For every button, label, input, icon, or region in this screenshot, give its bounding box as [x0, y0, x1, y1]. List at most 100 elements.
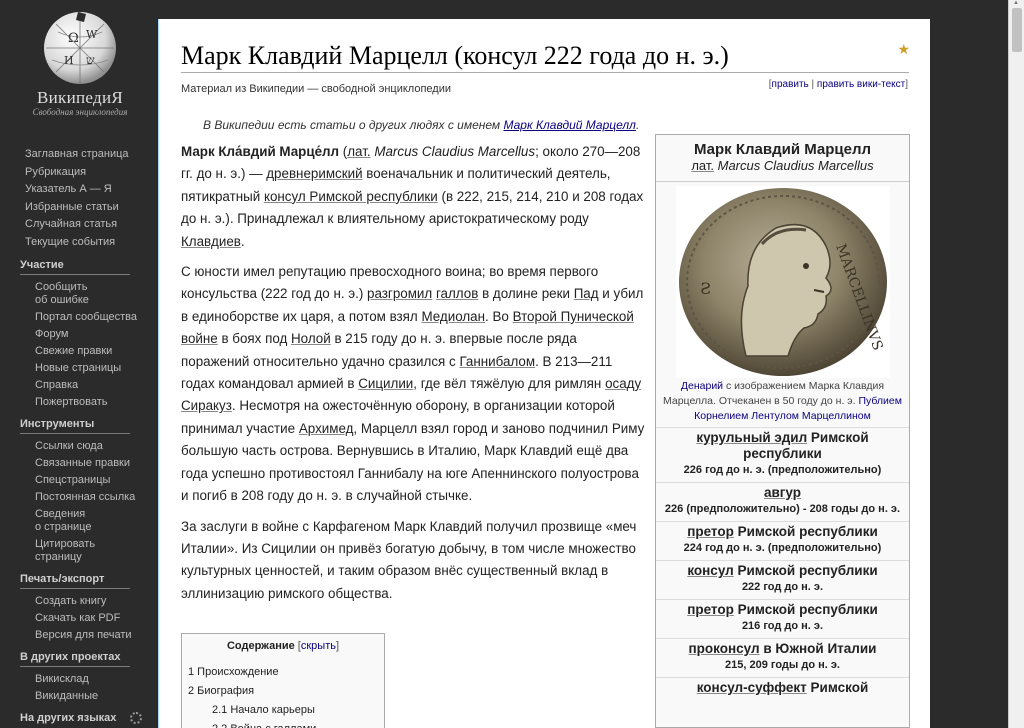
nav-item-report-error[interactable]: Сообщить об ошибке — [0, 279, 158, 309]
text: . Во — [485, 308, 513, 324]
nav-heading-participation: Участие — [20, 259, 64, 271]
infobox-lat-link[interactable]: лат. — [691, 158, 714, 173]
article-link[interactable]: Пад — [574, 286, 599, 301]
hatnote-text: В Википедии есть статьи о других людях с… — [203, 118, 504, 132]
nav-item-main-page[interactable]: Заглавная страница — [0, 146, 158, 164]
link-ancient-roman[interactable]: древнеримский — [266, 166, 362, 181]
svg-text:ש: ש — [86, 53, 95, 67]
article-link[interactable]: Сицилии — [358, 376, 413, 391]
scroll-up-arrow-icon[interactable]: ▲ — [1013, 0, 1019, 6]
nav-item-page-info[interactable]: Сведения о странице — [0, 506, 158, 536]
logo-title: ВикипедиЯ — [37, 88, 123, 107]
nav-item-community-portal[interactable]: Портал сообщества — [0, 309, 158, 326]
table-of-contents: Содержание [скрыть] 1 Происхождение 2 Би… — [181, 633, 385, 728]
article-link[interactable]: Сиракуз — [181, 398, 232, 413]
nav-projects: В других проектах Викисклад Викиданные — [0, 650, 158, 705]
wikipedia-logo[interactable]: Ω W И ש ВикипедиЯ Свободная энциклопедия — [20, 8, 140, 126]
office-title: в Южной Италии — [759, 641, 877, 656]
infobox-latin: Marcus Claudius Marcellus — [717, 158, 874, 173]
toc-title: Содержание — [226, 640, 295, 652]
nav-item-new-pages[interactable]: Новые страницы — [0, 360, 158, 377]
nav-item-forum[interactable]: Форум — [0, 326, 158, 343]
nav-item-what-links-here[interactable]: Ссылки сюда — [0, 438, 158, 455]
nav-tools: Инструменты Ссылки сюда Связанные правки… — [0, 417, 158, 566]
office-link[interactable]: консул-суффект — [697, 680, 807, 695]
content-area: Марк Клавдий Марцелл (консул 222 года до… — [158, 19, 930, 728]
nav-item-print-version[interactable]: Версия для печати — [0, 627, 158, 644]
office-link[interactable]: консул — [687, 563, 733, 578]
hatnote: В Википедии есть статьи о других людях с… — [203, 118, 640, 132]
nav-item-create-book[interactable]: Создать книгу — [0, 593, 158, 610]
nav-print: Печать/экспорт Создать книгу Скачать как… — [0, 572, 158, 644]
nav-languages: На других языках — [0, 711, 158, 726]
office-date: 216 год до н. э. — [741, 620, 824, 632]
toc-item[interactable]: 1 Происхождение — [188, 663, 378, 682]
nav-item-permanent-link[interactable]: Постоянная ссылка — [0, 489, 158, 506]
office-title: Римской республики — [733, 563, 878, 578]
nav-item-wikidata[interactable]: Викиданные — [0, 688, 158, 705]
hatnote-link[interactable]: Марк Клавдий Марцелл — [503, 118, 635, 132]
nav-item-commons[interactable]: Викисклад — [0, 671, 158, 688]
office-link[interactable]: претор — [687, 524, 734, 539]
office-link[interactable]: претор — [687, 602, 734, 617]
nav-item-related-changes[interactable]: Связанные правки — [0, 455, 158, 472]
toc-item[interactable]: 2.2 Война с галлами — [188, 720, 378, 728]
office-link[interactable]: проконсул — [689, 641, 760, 656]
article-link[interactable]: Нолой — [291, 331, 331, 346]
article-link[interactable]: Ганнибалом — [459, 354, 535, 369]
sidebar: Ω W И ש ВикипедиЯ Свободная энциклопедия… — [0, 0, 158, 728]
infobox-office-row: консул-суффект Римской — [656, 677, 909, 699]
nav-item-index[interactable]: Указатель А — Я — [0, 181, 158, 199]
toc-hide-link[interactable]: скрыть — [301, 640, 336, 652]
infobox-caption: Денарий с изображением Марка Клавдия Мар… — [656, 379, 909, 427]
link-consul[interactable]: консул Римской республики — [264, 189, 438, 204]
gear-icon[interactable] — [130, 712, 142, 724]
edit-link[interactable]: править — [772, 79, 809, 90]
svg-text:И: И — [64, 54, 74, 67]
toc-item[interactable]: 2 Биография — [188, 682, 378, 701]
infobox-title: Марк Клавдий Марцелл — [693, 141, 872, 158]
office-date: 226 год до н. э. (предположительно) — [683, 464, 882, 476]
scrollbar[interactable]: ▲ — [1008, 0, 1024, 728]
office-link[interactable]: авгур — [764, 485, 801, 500]
infobox-office-row: претор Римской республики 224 год до н. э… — [656, 521, 909, 560]
article-link[interactable]: Медиолан — [421, 309, 485, 324]
nav-item-special-pages[interactable]: Спецстраницы — [0, 472, 158, 489]
scroll-thumb[interactable] — [1012, 8, 1022, 52]
nav-item-recent-changes[interactable]: Свежие правки — [0, 343, 158, 360]
article-link[interactable]: Архимед — [299, 421, 354, 436]
office-link[interactable]: курульный эдил — [696, 430, 807, 445]
nav-item-featured[interactable]: Избранные статьи — [0, 199, 158, 217]
lat-link[interactable]: лат. — [347, 144, 370, 159]
nav-item-categories[interactable]: Рубрикация — [0, 164, 158, 182]
infobox: Марк Клавдий Марцелл лат. Marcus Claudiu… — [655, 134, 910, 728]
infobox-office-row: претор Римской республики 216 год до н. э… — [656, 599, 909, 638]
office-date: 224 год до н. э. (предположительно) — [683, 542, 882, 554]
toc-item[interactable]: 2.1 Начало карьеры — [188, 701, 378, 720]
nav-item-random[interactable]: Случайная статья — [0, 216, 158, 234]
text: , где вёл тяжёлую для римлян — [413, 376, 606, 392]
article-link[interactable]: галлов — [436, 286, 478, 301]
nav-item-cite-page[interactable]: Цитировать страницу — [0, 536, 158, 566]
office-title: Римской — [806, 680, 869, 695]
infobox-offices: курульный эдил Римской республики 226 год… — [656, 427, 909, 699]
nav-participation: Участие Сообщить об ошибке Портал сообще… — [0, 258, 158, 411]
nav-item-current-events[interactable]: Текущие события — [0, 234, 158, 252]
infobox-office-row: консул Римской республики 222 год до н. э… — [656, 560, 909, 599]
coin-image[interactable]: MARCELLINVS Ƨ — [656, 182, 909, 379]
link-claudii[interactable]: Клавдиев — [181, 234, 241, 249]
nav-item-donate[interactable]: Пожертвовать — [0, 394, 158, 411]
tagline: Материал из Википедии — свободной энцикл… — [181, 83, 451, 95]
text: в боях под — [217, 331, 292, 347]
coin-portrait-image: MARCELLINVS Ƨ — [675, 186, 890, 378]
paragraph-intro: Марк Кла́вдий Марце́лл (лат. Marcus Clau… — [181, 144, 644, 249]
article-link[interactable]: осаду — [605, 376, 641, 391]
paragraph-legacy: За заслуги в войне с Карфагеном Марк Кла… — [181, 518, 637, 601]
nav-item-help[interactable]: Справка — [0, 377, 158, 394]
nav-item-download-pdf[interactable]: Скачать как PDF — [0, 610, 158, 627]
svg-text:Ω: Ω — [68, 31, 79, 46]
page-title: Марк Клавдий Марцелл (консул 222 года до… — [181, 41, 729, 70]
edit-wikitext-link[interactable]: править вики-текст — [817, 79, 905, 90]
article-link[interactable]: разгромил — [367, 286, 432, 301]
caption-link-denarius[interactable]: Денарий — [681, 380, 723, 392]
